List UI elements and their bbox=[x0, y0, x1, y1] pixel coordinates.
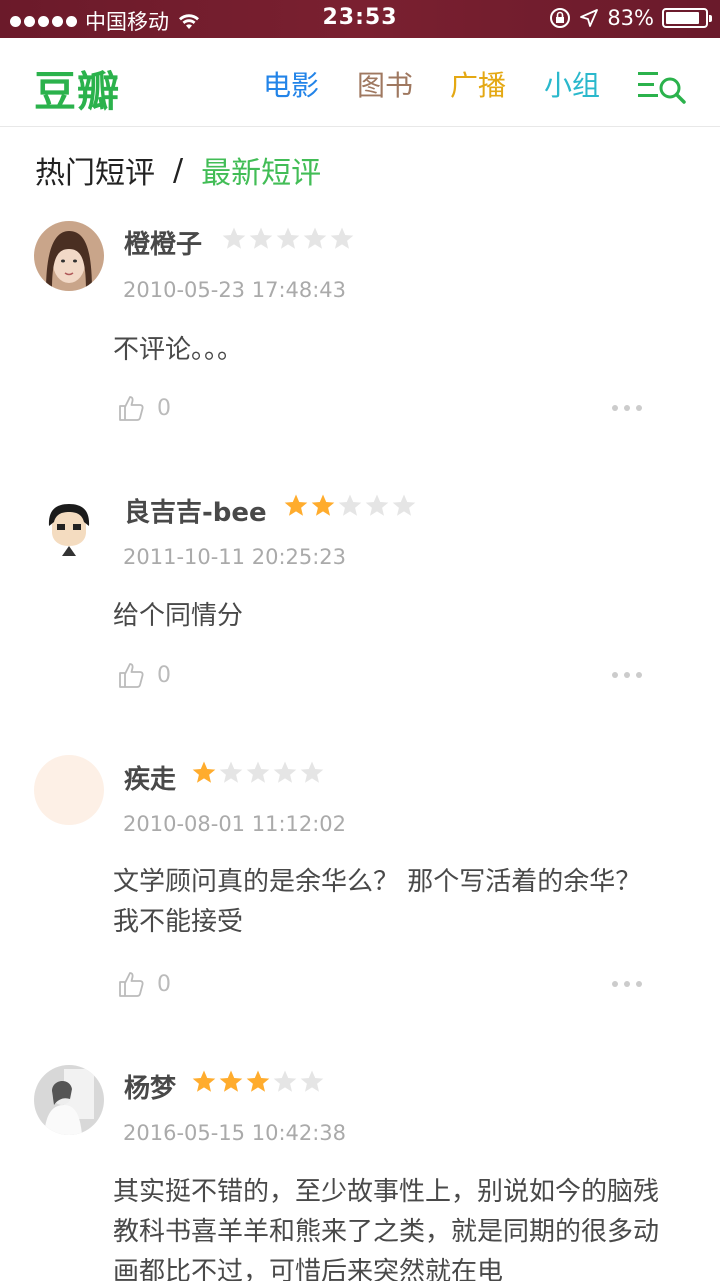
status-bar: 中国移动 23:53 83% bbox=[0, 0, 720, 38]
star-icon bbox=[276, 227, 300, 249]
star-icon bbox=[222, 227, 246, 249]
status-bar-right: 83% bbox=[549, 6, 712, 30]
comment-timestamp: 2010-08-01 11:12:02 bbox=[123, 812, 347, 836]
star-icon bbox=[392, 494, 416, 516]
like-count: 0 bbox=[157, 971, 171, 997]
like-button[interactable]: 0 bbox=[117, 661, 171, 689]
menu-search-icon[interactable] bbox=[636, 66, 688, 104]
nav-link-book[interactable]: 图书 bbox=[357, 64, 413, 104]
star-icon bbox=[219, 1070, 243, 1092]
comment-timestamp: 2010-05-23 17:48:43 bbox=[123, 278, 347, 302]
avatar[interactable] bbox=[34, 755, 104, 825]
star-icon bbox=[300, 761, 324, 783]
comment-timestamp: 2011-10-11 20:25:23 bbox=[123, 545, 347, 569]
more-options-icon[interactable] bbox=[612, 981, 642, 987]
more-options-icon[interactable] bbox=[612, 672, 642, 678]
star-icon bbox=[365, 494, 389, 516]
avatar[interactable] bbox=[34, 496, 104, 566]
star-icon bbox=[192, 1070, 216, 1092]
comment-text: 不评论。。。 bbox=[113, 335, 244, 365]
avatar[interactable] bbox=[34, 1065, 104, 1135]
douban-logo[interactable]: 豆瓣 bbox=[34, 58, 120, 119]
comment-username[interactable]: 良吉吉-bee bbox=[124, 492, 267, 529]
rating-stars bbox=[191, 1069, 325, 1095]
nav-link-broadcast[interactable]: 广播 bbox=[450, 64, 506, 104]
battery-icon bbox=[662, 8, 712, 28]
comment-username[interactable]: 橙橙子 bbox=[124, 224, 202, 261]
comment-text: 其实挺不错的，至少故事性上，别说如今的脑残教科书喜羊羊和熊来了之类，就是同期的很… bbox=[113, 1177, 660, 1281]
nav-link-group[interactable]: 小组 bbox=[544, 64, 600, 104]
star-icon bbox=[246, 761, 270, 783]
comment-text: 给个同情分 bbox=[113, 601, 244, 631]
rating-stars bbox=[221, 226, 355, 252]
battery-percent: 83% bbox=[607, 6, 654, 30]
star-icon bbox=[303, 227, 327, 249]
star-icon bbox=[338, 494, 362, 516]
rating-stars bbox=[283, 493, 417, 519]
like-count: 0 bbox=[157, 662, 171, 688]
top-nav: 豆瓣 电影 图书 广播 小组 bbox=[0, 38, 720, 127]
comment-text: 文学顾问真的是余华么？ 那个写活着的余华？ 我不能接受 bbox=[113, 867, 642, 937]
like-count: 0 bbox=[157, 395, 171, 421]
review-tabs: 热门短评 / 最新短评 bbox=[35, 148, 321, 192]
star-icon bbox=[300, 1070, 324, 1092]
star-icon bbox=[249, 227, 273, 249]
more-options-icon[interactable] bbox=[612, 405, 642, 411]
avatar[interactable] bbox=[34, 221, 104, 291]
comment-username[interactable]: 疾走 bbox=[124, 759, 176, 796]
location-arrow-icon bbox=[580, 9, 599, 27]
star-icon bbox=[219, 761, 243, 783]
thumbs-up-icon bbox=[119, 663, 144, 688]
star-icon bbox=[192, 761, 216, 783]
thumbs-up-icon bbox=[119, 972, 144, 997]
rotation-lock-icon bbox=[550, 8, 571, 28]
tab-hot-reviews[interactable]: 热门短评 bbox=[35, 148, 155, 192]
star-icon bbox=[311, 494, 335, 516]
rating-stars bbox=[191, 760, 325, 786]
star-icon bbox=[284, 494, 308, 516]
star-icon bbox=[273, 1070, 297, 1092]
star-icon bbox=[273, 761, 297, 783]
like-button[interactable]: 0 bbox=[117, 970, 171, 998]
comment-timestamp: 2016-05-15 10:42:38 bbox=[123, 1121, 347, 1145]
star-icon bbox=[246, 1070, 270, 1092]
thumbs-up-icon bbox=[119, 396, 144, 421]
tab-separator: / bbox=[173, 152, 184, 188]
star-icon bbox=[330, 227, 354, 249]
like-button[interactable]: 0 bbox=[117, 394, 171, 422]
tab-latest-reviews[interactable]: 最新短评 bbox=[201, 148, 321, 192]
comment-username[interactable]: 杨梦 bbox=[124, 1068, 176, 1105]
nav-link-movie[interactable]: 电影 bbox=[263, 64, 319, 104]
